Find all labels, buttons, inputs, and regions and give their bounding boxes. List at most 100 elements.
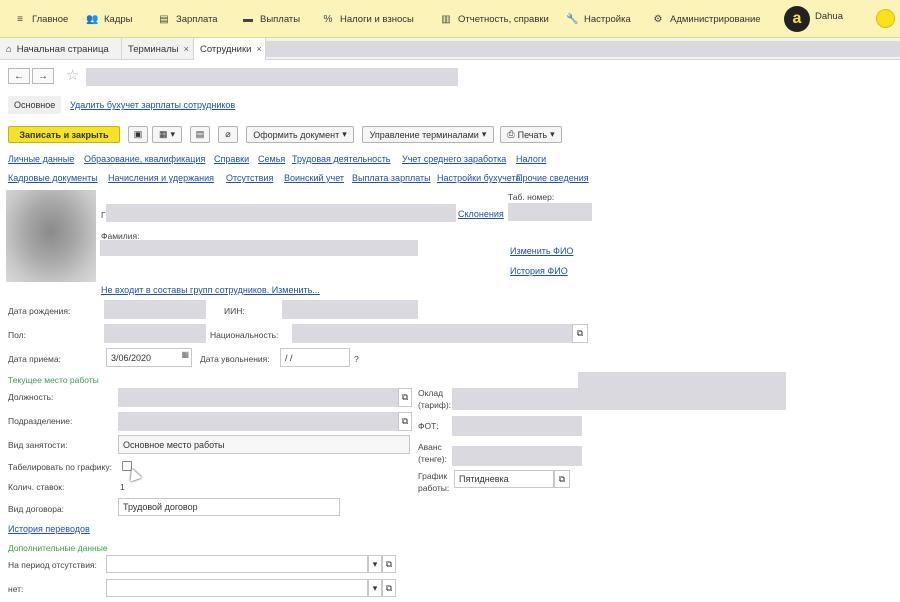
employment-type-field[interactable]: Основное место работы xyxy=(118,435,410,454)
section-nav-link-2[interactable]: Образование, квалификация xyxy=(84,154,205,164)
section-nav-2-link-5[interactable]: Выплата зарплаты xyxy=(352,173,431,183)
chevron-down-icon: ▾ xyxy=(170,129,176,139)
contract-type-value: Трудовой договор xyxy=(123,502,198,512)
birth-date-label: Дата рождения: xyxy=(8,306,71,316)
redacted-full-name xyxy=(106,204,456,222)
section-nav-link-7[interactable]: Налоги xyxy=(516,154,546,164)
other-field[interactable] xyxy=(106,579,368,597)
redacted-birth-date xyxy=(104,300,206,319)
schedule-field[interactable]: Пятидневка xyxy=(454,470,554,488)
section-nav-2-link-1[interactable]: Кадровые документы xyxy=(8,173,98,183)
schedule-label-2: работы: xyxy=(418,483,450,493)
report-icon: ▥ xyxy=(441,13,451,25)
main-menu-bar: ≡ Главное 👥 Кадры ▤ Зарплата ▬ Выплаты %… xyxy=(0,0,900,38)
employee-photo[interactable] xyxy=(6,190,96,282)
section-nav-link-5[interactable]: Трудовая деятельность xyxy=(292,154,391,164)
department-open-button[interactable]: ⧉ xyxy=(398,412,412,431)
chevron-down-icon: ▾ xyxy=(372,582,378,593)
iin-label: ИИН: xyxy=(224,306,245,316)
declension-link[interactable]: Склонения xyxy=(458,209,504,219)
manage-terminals-button[interactable]: Управление терминалами ▾ xyxy=(362,126,494,143)
open-icon: ⧉ xyxy=(385,582,393,593)
section-nav-2-link-2[interactable]: Начисления и удержания xyxy=(108,173,214,183)
arrange-document-button[interactable]: Оформить документ ▾ xyxy=(246,126,354,143)
paperclip-icon: ⌀ xyxy=(225,129,231,139)
menu-item-reports[interactable]: ▥ Отчетность, справки xyxy=(440,0,549,38)
calendar-icon[interactable]: ▦ xyxy=(181,350,189,359)
contract-type-label: Вид договора: xyxy=(8,504,65,514)
save-button[interactable]: ▣ xyxy=(128,126,148,143)
hire-date-field[interactable]: 3/06/2020 ▦ xyxy=(106,348,192,367)
other-open-button[interactable]: ⧉ xyxy=(382,579,396,597)
subtab-delete-accounting[interactable]: Удалить бухучет зарплаты сотрудников xyxy=(70,96,235,114)
section-nav-link-1[interactable]: Личные данные xyxy=(8,154,74,164)
absence-period-open-button[interactable]: ⧉ xyxy=(382,555,396,573)
user-avatar[interactable] xyxy=(876,9,895,28)
chevron-down-icon: ▾ xyxy=(550,129,555,139)
app-logo: a xyxy=(784,6,810,32)
open-icon: ⧉ xyxy=(401,416,409,426)
employee-groups-link[interactable]: Не входит в составы групп сотрудников. И… xyxy=(101,285,320,295)
section-nav-link-6[interactable]: Учет среднего заработка xyxy=(402,154,506,164)
close-icon[interactable]: × xyxy=(256,44,261,54)
journal-button[interactable]: ▤ xyxy=(190,126,210,143)
wrench-icon: 🔧 xyxy=(566,13,579,25)
gender-label: Пол: xyxy=(8,330,26,340)
print-button[interactable]: ⎙ Печать ▾ xyxy=(500,126,562,143)
salary-label-1: Оклад xyxy=(418,388,444,398)
create-based-on-button[interactable]: ▦ ▾ xyxy=(152,126,182,143)
star-icon[interactable]: ☆ xyxy=(66,66,79,84)
transfer-history-link[interactable]: История переводов xyxy=(8,524,90,534)
redacted-advance xyxy=(452,446,582,466)
menu-item-payments[interactable]: ▬ Выплаты xyxy=(242,0,300,38)
section-nav-2-link-7[interactable]: Прочие сведения xyxy=(516,173,589,183)
salary-label-2: (тариф): xyxy=(418,400,452,410)
position-open-button[interactable]: ⧉ xyxy=(398,388,412,407)
menu-item-main[interactable]: ≡ Главное xyxy=(14,0,68,38)
section-nav-2-link-4[interactable]: Воинский учет xyxy=(284,173,344,183)
menu-item-settings[interactable]: 🔧 Настройка xyxy=(566,0,631,38)
redacted-gender xyxy=(104,324,206,343)
menu-item-taxes[interactable]: % Налоги и взносы xyxy=(322,0,414,38)
menu-item-salary[interactable]: ▤ Зарплата xyxy=(158,0,218,38)
dismiss-date-field[interactable]: / / xyxy=(280,348,350,367)
subtab-main[interactable]: Основное xyxy=(8,96,62,114)
schedule-label-1: График xyxy=(418,471,448,481)
schedule-open-button[interactable]: ⧉ xyxy=(554,470,570,488)
open-tabs-bar: ⌂ Начальная страница Терминалы × Сотрудн… xyxy=(0,38,900,60)
section-nav-2-link-6[interactable]: Настройки бухучета xyxy=(437,173,521,183)
menu-item-hr[interactable]: 👥 Кадры xyxy=(86,0,132,38)
menu-item-admin[interactable]: ⚙ Администрирование xyxy=(652,0,761,38)
department-label: Подразделение: xyxy=(8,416,73,426)
absence-period-field[interactable] xyxy=(106,555,368,573)
floppy-icon: ▣ xyxy=(133,129,143,139)
change-fio-link[interactable]: Изменить ФИО xyxy=(510,246,573,256)
tab-terminals[interactable]: Терминалы × xyxy=(122,38,194,60)
save-and-close-button[interactable]: Записать и закрыть xyxy=(8,126,120,143)
schedule-value: Пятидневка xyxy=(459,474,509,484)
menu-item-label: Выплаты xyxy=(260,13,301,25)
section-nav-link-3[interactable]: Справки xyxy=(214,154,249,164)
menu-item-label: Зарплата xyxy=(176,13,218,25)
close-icon[interactable]: × xyxy=(184,44,189,54)
section-nav-2-link-3[interactable]: Отсутствия xyxy=(226,173,273,183)
user-name[interactable]: Dahua xyxy=(815,11,843,22)
tab-employees[interactable]: Сотрудники × xyxy=(194,38,266,60)
nationality-label: Национальность: xyxy=(210,330,279,340)
contract-type-field[interactable]: Трудовой договор xyxy=(118,498,340,516)
absence-period-dropdown[interactable]: ▾ xyxy=(368,555,382,573)
tab-home[interactable]: ⌂ Начальная страница xyxy=(0,38,122,60)
people-icon: 👥 xyxy=(86,13,99,25)
dismiss-date-label: Дата увольнения: xyxy=(200,354,270,364)
section-nav-link-4[interactable]: Семья xyxy=(258,154,285,164)
fio-history-link[interactable]: История ФИО xyxy=(510,266,568,276)
back-button[interactable]: ← xyxy=(8,68,30,84)
gear-icon: ⚙ xyxy=(653,13,663,25)
attach-button[interactable]: ⌀ xyxy=(218,126,238,143)
dismiss-help-icon[interactable]: ? xyxy=(354,354,359,364)
forward-button[interactable]: → xyxy=(32,68,54,84)
journal-icon: ▤ xyxy=(195,129,205,139)
other-dropdown[interactable]: ▾ xyxy=(368,579,382,597)
nationality-open-button[interactable]: ⧉ xyxy=(572,324,588,343)
chevron-down-icon: ▾ xyxy=(372,558,378,569)
